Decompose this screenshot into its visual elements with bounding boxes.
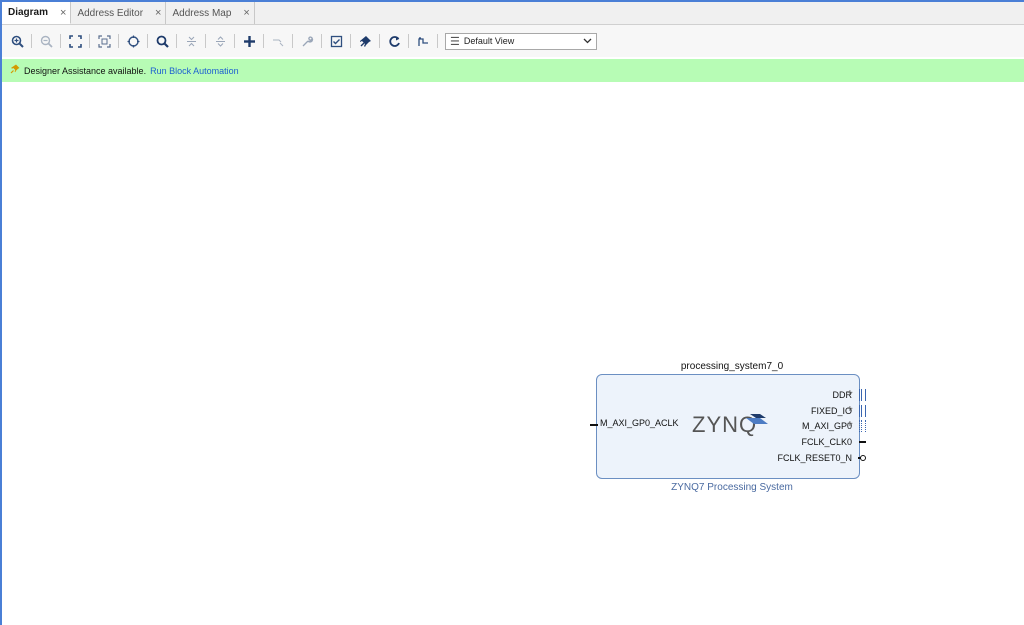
toolbar-separator (31, 34, 32, 48)
pin-icon[interactable] (356, 32, 374, 50)
toolbar-separator (408, 34, 409, 48)
block-subtitle: ZYNQ7 Processing System (671, 482, 793, 493)
close-icon[interactable]: × (155, 7, 161, 19)
expand-icon[interactable] (211, 32, 229, 50)
fit-selection-icon[interactable] (95, 32, 113, 50)
banner-message: Designer Assistance available. (24, 65, 147, 76)
search-icon[interactable] (153, 32, 171, 50)
chevron-down-icon (583, 36, 592, 46)
make-external-icon[interactable] (269, 32, 287, 50)
view-select-value: Default View (463, 36, 515, 46)
view-select-dropdown[interactable]: ☰ Default View (445, 32, 597, 50)
tab-label: Address Editor (77, 7, 144, 19)
close-icon[interactable]: × (60, 7, 66, 19)
zoom-out-icon[interactable] (37, 32, 55, 50)
tab-diagram[interactable]: Diagram × (2, 2, 72, 24)
toolbar-separator (118, 34, 119, 48)
block-instance-name: processing_system7_0 (680, 361, 784, 372)
expand-plus-icon[interactable]: + (847, 388, 853, 399)
toolbar-separator (147, 34, 148, 48)
menu-lines-icon: ☰ (450, 35, 460, 48)
port-fixed-io[interactable]: FIXED_IO (811, 406, 852, 416)
vivado-block-design-window: Diagram × Address Editor × Address Map × (0, 0, 1024, 625)
port-m-axi-gp0[interactable]: M_AXI_GP0 (802, 421, 852, 431)
bus-interface-icon[interactable] (859, 405, 866, 417)
diagram-canvas[interactable] (2, 82, 1024, 625)
toolbar-separator (379, 34, 380, 48)
toolbar-separator (437, 34, 438, 48)
tab-address-editor[interactable]: Address Editor × (71, 2, 167, 24)
diagram-toolbar: ☰ Default View (2, 25, 1024, 57)
optimize-routing-icon[interactable] (414, 32, 432, 50)
port-m-axi-gp0-aclk[interactable]: M_AXI_GP0_ACLK (600, 418, 679, 428)
toolbar-separator (263, 34, 264, 48)
zoom-in-icon[interactable] (8, 32, 26, 50)
toolbar-separator (205, 34, 206, 48)
auto-fit-icon[interactable] (124, 32, 142, 50)
active-low-bubble-icon (860, 455, 866, 461)
bus-interface-icon[interactable] (859, 389, 866, 401)
validate-icon[interactable] (327, 32, 345, 50)
bus-interface-icon[interactable] (859, 420, 866, 432)
fit-full-icon[interactable] (66, 32, 84, 50)
tab-address-map[interactable]: Address Map × (166, 2, 255, 24)
toolbar-separator (350, 34, 351, 48)
toolbar-separator (292, 34, 293, 48)
port-fclk-reset0-n[interactable]: FCLK_RESET0_N (777, 453, 852, 463)
toolbar-separator (89, 34, 90, 48)
expand-plus-icon[interactable]: + (847, 419, 853, 430)
regenerate-layout-icon[interactable] (385, 32, 403, 50)
port-fclk-clk0[interactable]: FCLK_CLK0 (801, 437, 852, 447)
toolbar-separator (176, 34, 177, 48)
pin-icon (10, 64, 20, 77)
collapse-icon[interactable] (182, 32, 200, 50)
toolbar-separator (321, 34, 322, 48)
tab-bar: Diagram × Address Editor × Address Map × (2, 2, 1024, 25)
zynq-logo-icon (746, 414, 770, 433)
designer-assistance-banner: Designer Assistance available. Run Block… (2, 59, 1024, 82)
toolbar-separator (60, 34, 61, 48)
run-block-automation-link[interactable]: Run Block Automation (150, 66, 239, 76)
add-ip-icon[interactable] (240, 32, 258, 50)
port-pin-line[interactable] (859, 441, 866, 443)
tab-label: Diagram (8, 7, 49, 18)
expand-plus-icon[interactable]: + (847, 404, 853, 415)
close-icon[interactable]: × (243, 7, 249, 19)
toolbar-separator (234, 34, 235, 48)
customize-icon[interactable] (298, 32, 316, 50)
port-pin-line[interactable] (590, 424, 598, 426)
tab-label: Address Map (172, 7, 232, 19)
